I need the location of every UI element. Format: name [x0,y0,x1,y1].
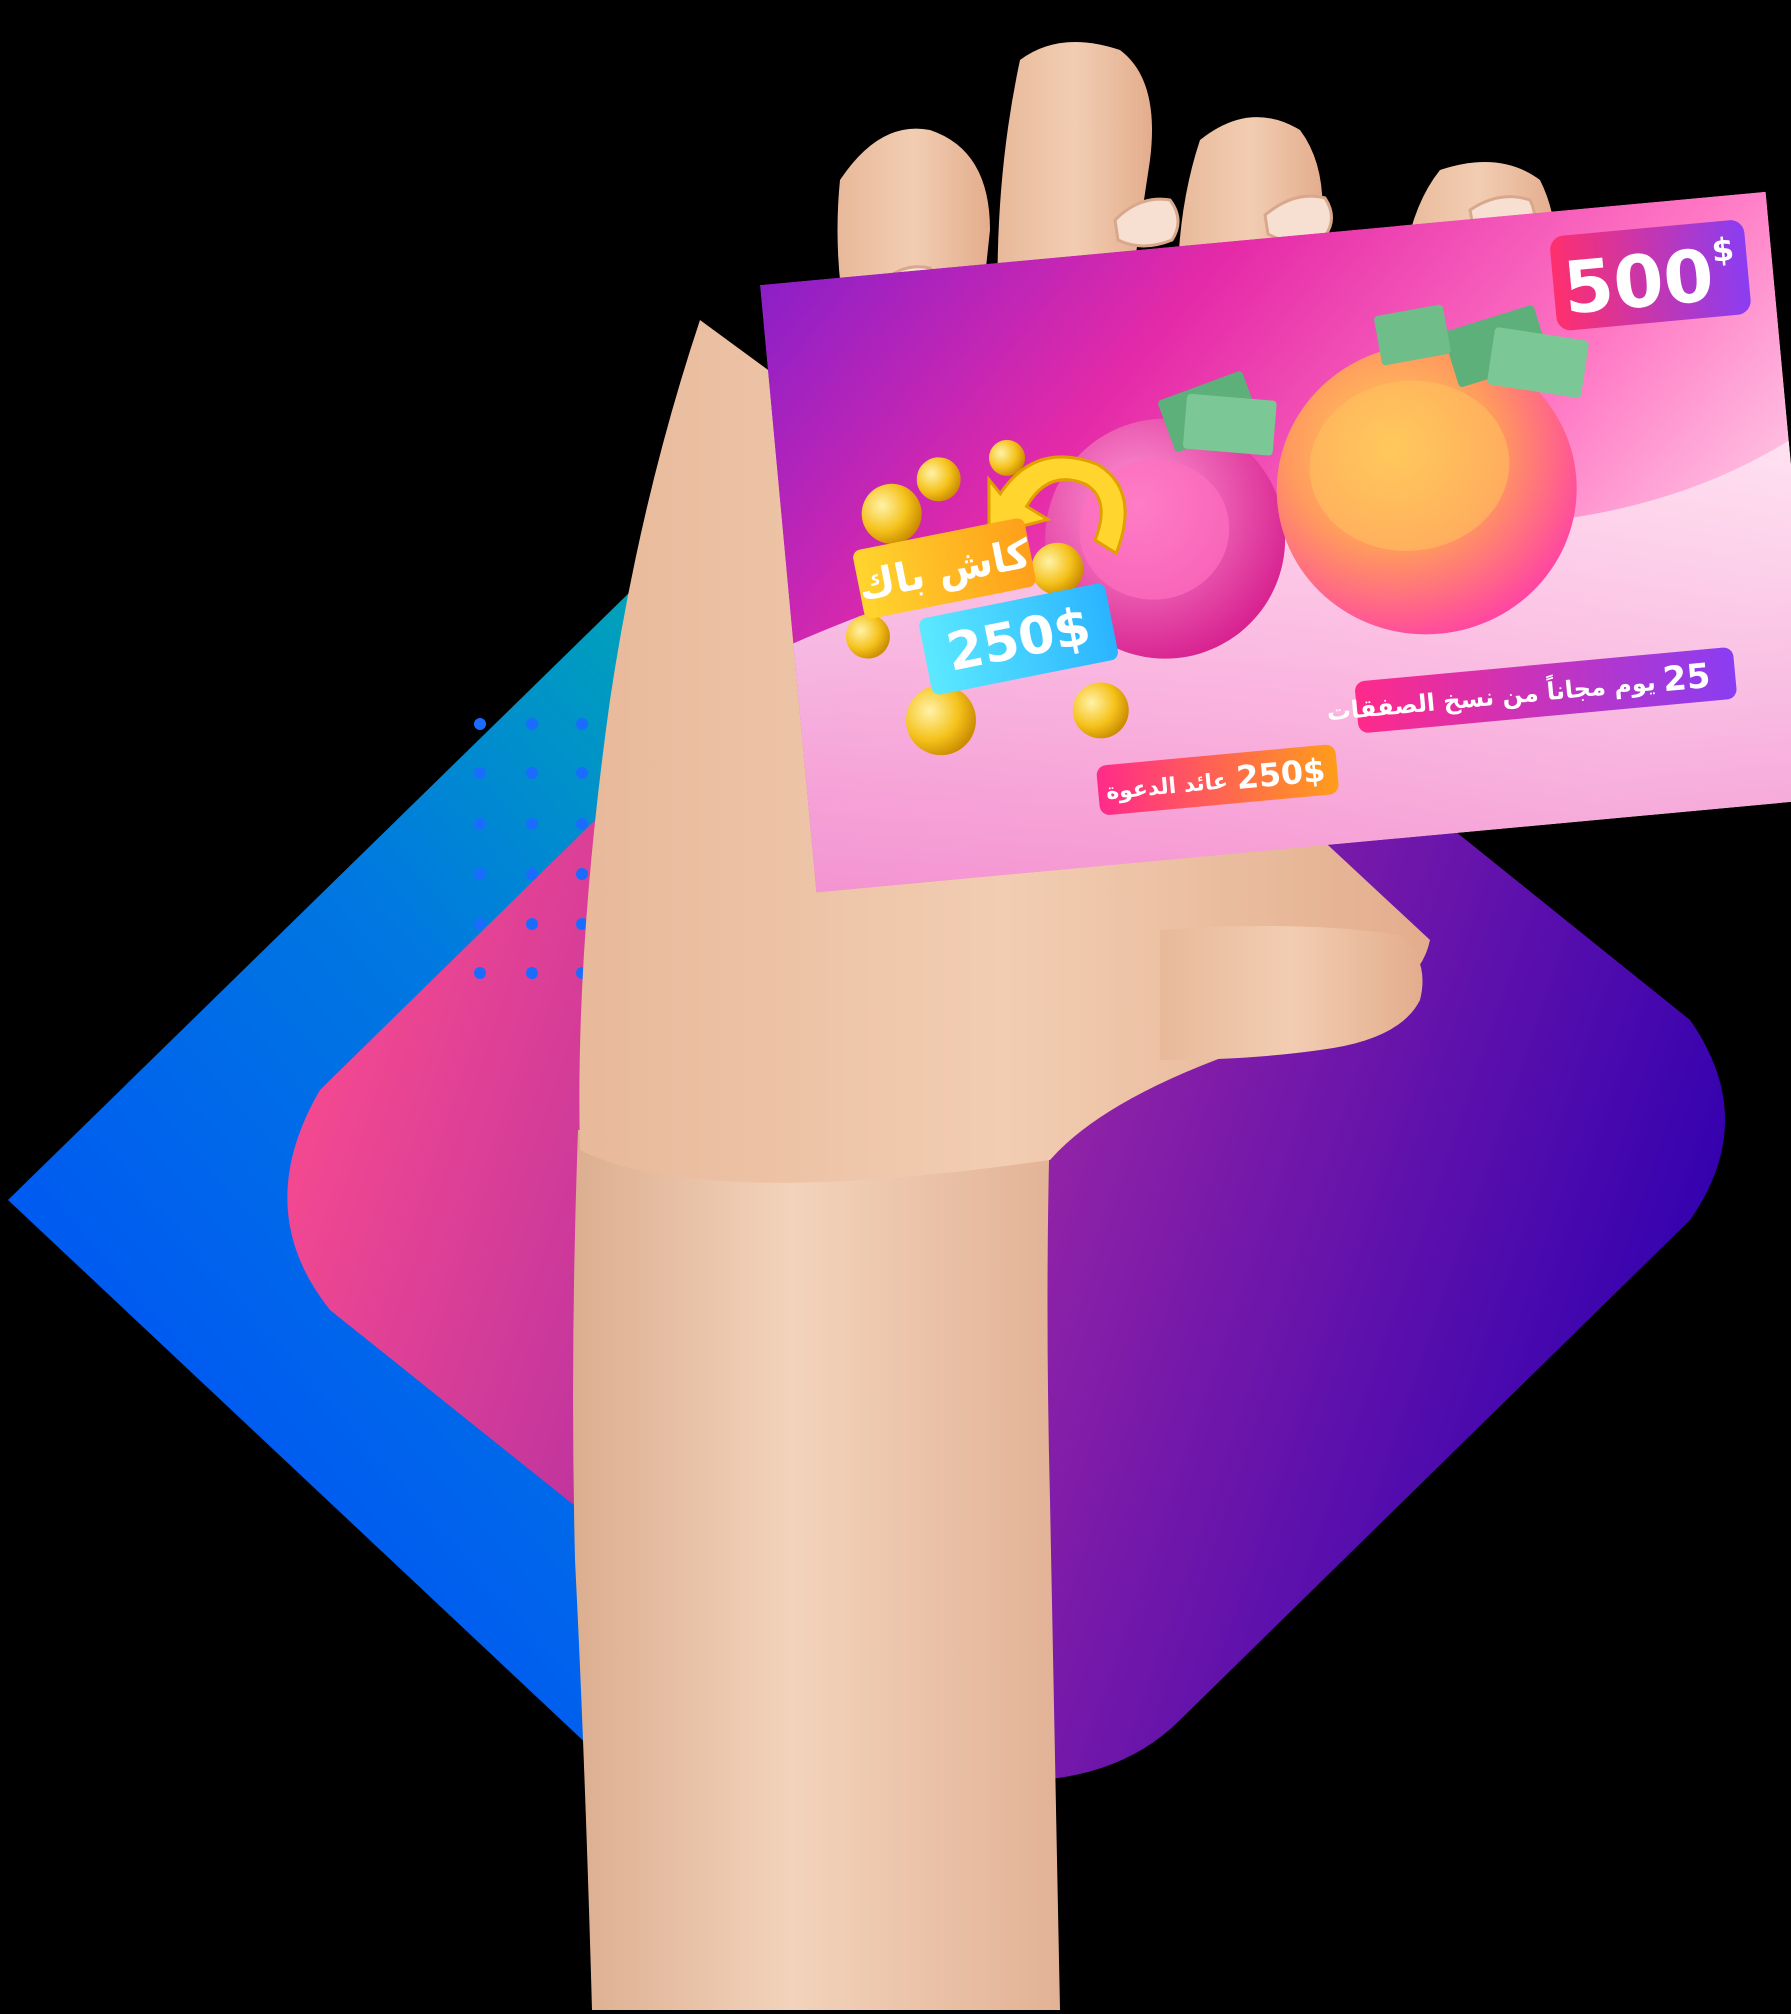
amount-currency: $ [1710,230,1736,270]
amount-value: 500 [1560,233,1717,331]
promo-card: 500 $ كاش باك 250$ 25 يوم مجاناً من نسخ … [760,191,1791,893]
amount-tag: 500 $ [1550,220,1751,331]
copy-trading-days: 25 [1661,656,1712,700]
forearm [573,1120,1060,2010]
promo-card-art: 500 $ كاش باك 250$ 25 يوم مجاناً من نسخ … [760,191,1791,893]
scene: 500 $ كاش باك 250$ 25 يوم مجاناً من نسخ … [0,0,1791,2010]
